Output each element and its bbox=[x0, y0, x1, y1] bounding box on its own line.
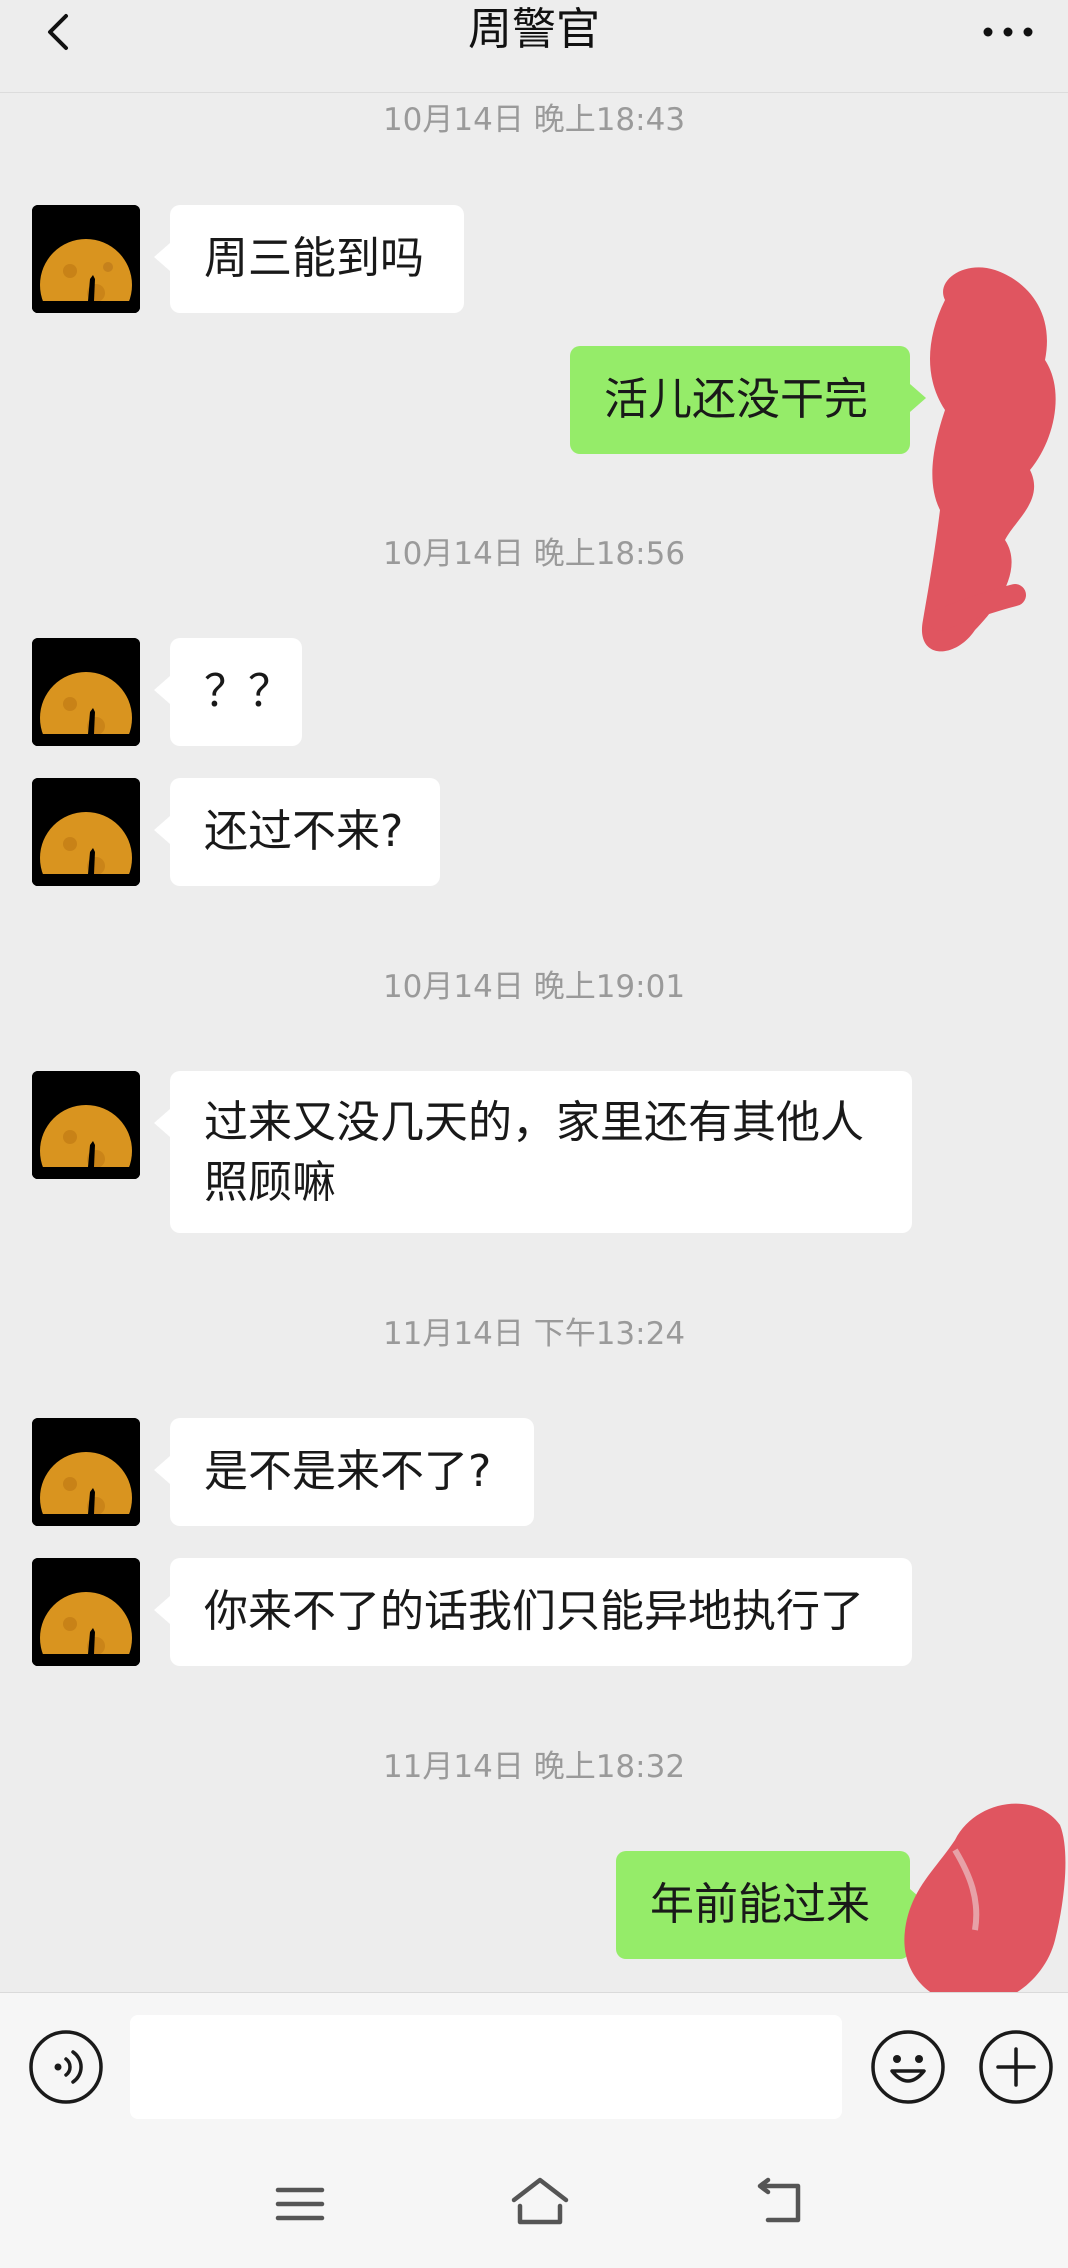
plus-icon bbox=[979, 2030, 1053, 2104]
moon-avatar-icon bbox=[32, 1071, 140, 1179]
avatar[interactable] bbox=[32, 1558, 140, 1666]
timestamp: 11月14日 下午13:24 bbox=[382, 1316, 686, 1352]
moon-avatar-icon bbox=[32, 1418, 140, 1526]
avatar[interactable] bbox=[32, 638, 140, 746]
moon-avatar-icon bbox=[32, 638, 140, 746]
timestamp: 11月14日 晚上18:32 bbox=[382, 1749, 686, 1785]
voice-icon bbox=[29, 2030, 103, 2104]
moon-avatar-icon bbox=[32, 205, 140, 313]
plus-button[interactable] bbox=[978, 2029, 1054, 2105]
incoming-message[interactable]: ？？ bbox=[154, 638, 302, 746]
voice-button[interactable] bbox=[28, 2029, 104, 2105]
chat-screen: 周警官 10月14日 晚上18:43 周三能到吗 活儿还没干完 10月14日 晚… bbox=[0, 0, 1068, 2268]
more-dots-icon bbox=[983, 27, 1033, 37]
timestamp: 10月14日 晚上19:01 bbox=[382, 969, 686, 1005]
nav-menu-button[interactable] bbox=[270, 2180, 330, 2228]
timestamp: 10月14日 晚上18:56 bbox=[382, 536, 686, 572]
emoji-icon bbox=[871, 2030, 945, 2104]
avatar[interactable] bbox=[32, 1418, 140, 1526]
more-button[interactable] bbox=[978, 10, 1038, 54]
outgoing-message[interactable]: 年前能过来 bbox=[616, 1851, 926, 1959]
back-arrow-icon bbox=[757, 2177, 801, 2223]
nav-back-button[interactable] bbox=[752, 2176, 812, 2228]
input-bar bbox=[0, 1992, 1068, 2141]
emoji-button[interactable] bbox=[870, 2029, 946, 2105]
menu-icon bbox=[275, 2187, 325, 2221]
message-list[interactable]: 10月14日 晚上18:43 周三能到吗 活儿还没干完 10月14日 晚上18:… bbox=[0, 92, 1068, 1992]
avatar[interactable] bbox=[32, 1071, 140, 1179]
nav-home-button[interactable] bbox=[508, 2174, 572, 2230]
moon-avatar-icon bbox=[32, 778, 140, 886]
incoming-message[interactable]: 是不是来不了? bbox=[154, 1418, 534, 1526]
chat-header: 周警官 bbox=[0, 0, 1068, 93]
moon-avatar-icon bbox=[32, 1558, 140, 1666]
avatar[interactable] bbox=[32, 205, 140, 313]
home-icon bbox=[511, 2177, 569, 2225]
incoming-message[interactable]: 过来又没几天的，家里还有其他人照顾嘛 bbox=[154, 1071, 912, 1233]
message-input[interactable] bbox=[130, 2015, 842, 2119]
incoming-message[interactable]: 还过不来? bbox=[154, 778, 440, 886]
system-nav-bar bbox=[0, 2140, 1068, 2268]
incoming-message[interactable]: 周三能到吗 bbox=[154, 205, 464, 313]
incoming-message[interactable]: 你来不了的话我们只能异地执行了 bbox=[154, 1558, 912, 1666]
timestamp: 10月14日 晚上18:43 bbox=[382, 102, 686, 138]
outgoing-message[interactable]: 活儿还没干完 bbox=[570, 346, 926, 454]
avatar[interactable] bbox=[32, 778, 140, 886]
chat-title: 周警官 bbox=[468, 4, 600, 55]
